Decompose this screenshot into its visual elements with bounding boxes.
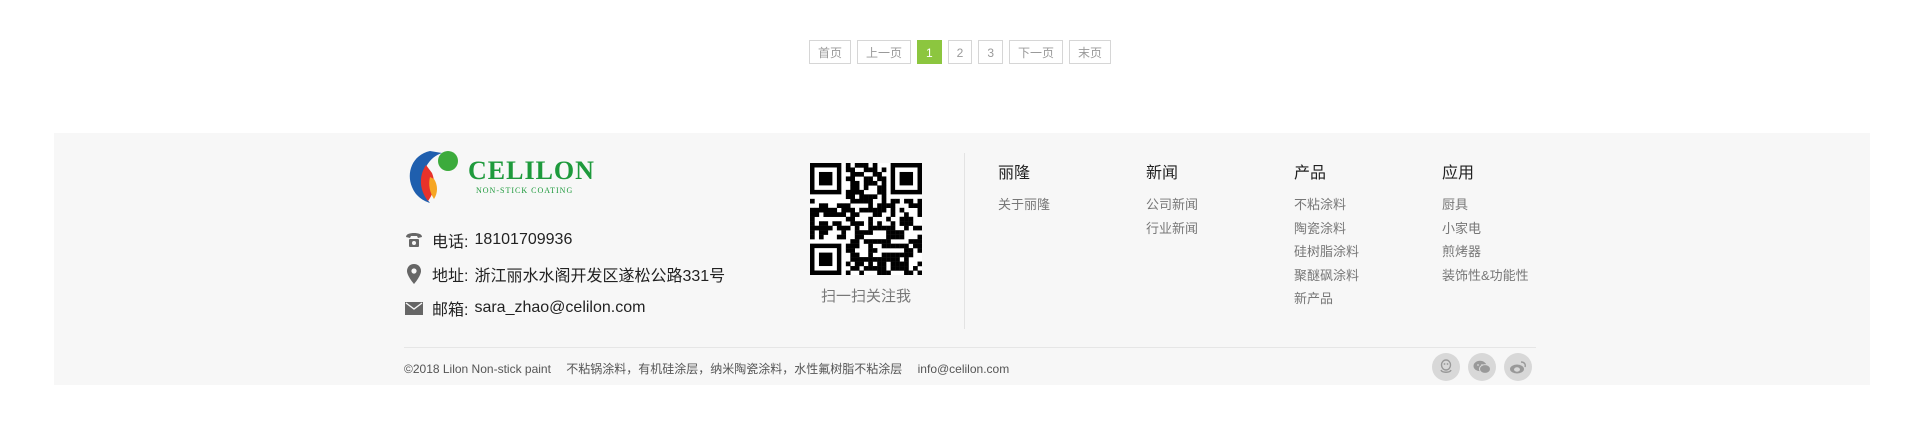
email-row: 邮箱: sara_zhao@celilon.com	[404, 291, 725, 325]
column-title: 应用	[1442, 165, 1475, 182]
column-title: 新闻	[1146, 165, 1179, 182]
footer-column-applications: 应用 厨具 小家电 煎烤器 装饰性&功能性	[1442, 159, 1529, 287]
column-title: 丽隆	[998, 165, 1031, 182]
prev-page-button[interactable]: 上一页	[856, 40, 911, 64]
phone-row: 电话: 18101709936	[404, 223, 725, 257]
divider	[964, 153, 965, 329]
site-footer: CELILON NON-STICK COATING 电话: 1810170993…	[54, 133, 1870, 385]
link-application-1[interactable]: 厨具	[1442, 193, 1529, 217]
location-pin-icon	[404, 264, 424, 284]
link-product-3[interactable]: 硅树脂涂料	[1294, 240, 1359, 264]
footer-divider	[404, 347, 1536, 348]
contact-info: 电话: 18101709936 地址: 浙江丽水水阁开发区遂松公路331号 邮箱…	[404, 223, 725, 325]
link-application-3[interactable]: 煎烤器	[1442, 240, 1529, 264]
pagination: 首页 上一页 1 2 3 下一页 末页	[0, 40, 1920, 64]
footer-column-lilong: 丽隆 关于丽隆	[998, 159, 1050, 217]
phone-icon	[404, 230, 424, 250]
copyright-text: ©2018 Lilon Non-stick paint	[404, 362, 551, 376]
phone-number: 18101709936	[474, 231, 573, 248]
wechat-icon[interactable]	[1468, 353, 1496, 381]
column-title: 产品	[1294, 165, 1327, 182]
link-product-4[interactable]: 聚醚砜涂料	[1294, 264, 1359, 288]
footer-column-news: 新闻 公司新闻 行业新闻	[1146, 159, 1198, 240]
keywords-text: 不粘锅涂料，有机硅涂层，纳米陶瓷涂料，水性氟树脂不粘涂层	[566, 362, 903, 376]
copyright-bar: ©2018 Lilon Non-stick paint 不粘锅涂料，有机硅涂层，…	[404, 360, 1021, 377]
address-text: 浙江丽水水阁开发区遂松公路331号	[474, 268, 726, 285]
qq-icon[interactable]	[1432, 353, 1460, 381]
qr-code	[810, 163, 923, 276]
link-product-5[interactable]: 新产品	[1294, 287, 1359, 311]
page-1-button[interactable]: 1	[916, 40, 942, 64]
link-product-2[interactable]: 陶瓷涂料	[1294, 217, 1359, 241]
footer-column-products: 产品 不粘涂料 陶瓷涂料 硅树脂涂料 聚醚砜涂料 新产品	[1294, 159, 1359, 311]
email-label: 邮箱:	[432, 302, 469, 319]
address-row: 地址: 浙江丽水水阁开发区遂松公路331号	[404, 257, 725, 291]
weibo-icon[interactable]	[1504, 353, 1532, 381]
page-2-button[interactable]: 2	[947, 40, 973, 64]
link-application-4[interactable]: 装饰性&功能性	[1442, 264, 1529, 288]
celilon-logo[interactable]: CELILON NON-STICK COATING	[404, 147, 614, 203]
link-industry-news[interactable]: 行业新闻	[1146, 217, 1198, 241]
link-product-1[interactable]: 不粘涂料	[1294, 193, 1359, 217]
page-3-button[interactable]: 3	[978, 40, 1004, 64]
svg-text:CELILON: CELILON	[468, 156, 595, 185]
link-about[interactable]: 关于丽隆	[998, 193, 1050, 217]
address-label: 地址:	[432, 268, 469, 285]
svg-text:NON-STICK COATING: NON-STICK COATING	[476, 186, 573, 195]
link-application-2[interactable]: 小家电	[1442, 217, 1529, 241]
copyright-email[interactable]: info@celilon.com	[918, 362, 1010, 376]
link-company-news[interactable]: 公司新闻	[1146, 193, 1198, 217]
email-text[interactable]: sara_zhao@celilon.com	[474, 299, 645, 317]
last-page-button[interactable]: 末页	[1069, 40, 1112, 64]
qr-caption: 扫一扫关注我	[820, 288, 911, 305]
phone-label: 电话:	[432, 234, 469, 251]
mail-icon	[404, 298, 424, 318]
first-page-button[interactable]: 首页	[808, 40, 851, 64]
next-page-button[interactable]: 下一页	[1009, 40, 1064, 64]
